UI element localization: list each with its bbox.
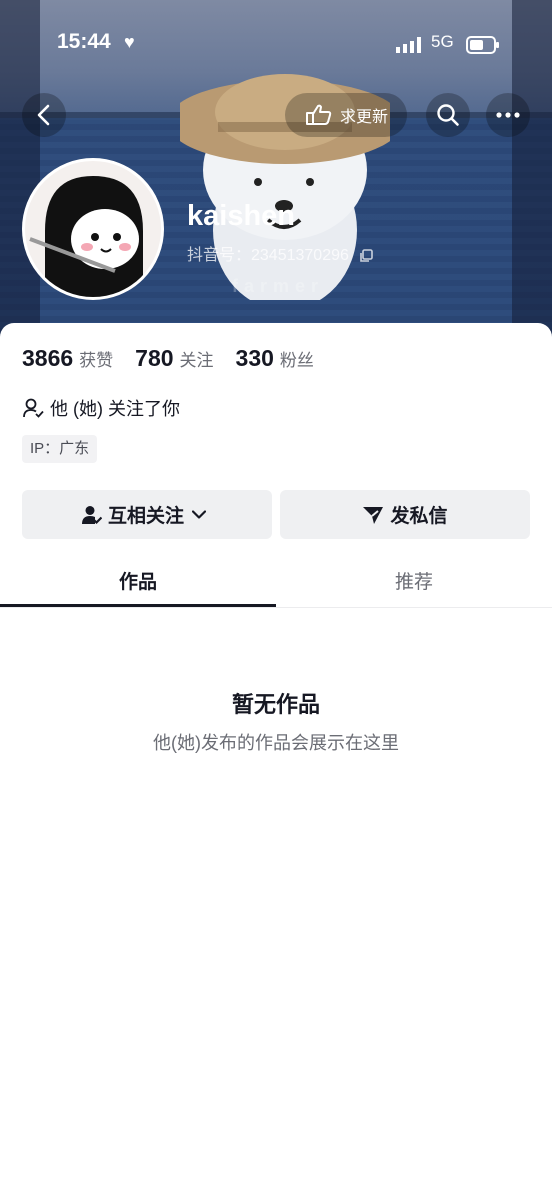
stat-value: 780 <box>135 345 174 371</box>
stat-value: 3866 <box>22 345 74 371</box>
send-icon <box>363 506 384 524</box>
banner-watermark: farmer <box>232 276 325 296</box>
follows-you-indicator: 他 (她) 关注了你 <box>22 395 180 421</box>
chevron-down-icon <box>192 510 206 519</box>
send-message-label: 发私信 <box>390 506 448 527</box>
stat-likes[interactable]: 3866 获赞 <box>22 345 113 372</box>
send-message-button[interactable]: 发私信 <box>280 490 530 539</box>
request-update-label: 求更新 <box>339 109 388 126</box>
chevron-left-icon <box>37 104 50 126</box>
status-bar: 15:44 ♥ 5G <box>0 30 552 60</box>
stat-value: 330 <box>235 345 274 371</box>
request-update-button[interactable]: 求更新 <box>285 93 407 137</box>
tab-works[interactable]: 作品 <box>0 553 276 607</box>
back-button[interactable] <box>22 93 66 137</box>
mutual-follow-button[interactable]: 互相关注 <box>22 490 272 539</box>
more-options-button[interactable] <box>486 93 530 137</box>
mutual-follow-label: 互相关注 <box>107 506 184 527</box>
stats-row: 3866 获赞 780 关注 330 粉丝 <box>22 345 336 372</box>
avatar-image <box>25 161 161 297</box>
stat-label: 获赞 <box>79 351 114 370</box>
empty-state-subtitle: 他(她)发布的作品会展示在这里 <box>153 733 399 753</box>
empty-state-title: 暂无作品 <box>231 692 320 717</box>
user-check-filled-icon <box>81 505 102 524</box>
stat-followers[interactable]: 330 粉丝 <box>236 345 314 372</box>
stat-label: 关注 <box>179 351 214 370</box>
username: kaishen <box>187 200 295 232</box>
content-tabs: 作品 推荐 <box>0 553 552 608</box>
battery-icon <box>466 36 499 54</box>
ip-location-tag: IP：广东 <box>22 435 98 463</box>
network-type: 5G <box>431 32 454 51</box>
follows-you-text: 他 (她) 关注了你 <box>50 399 180 419</box>
avatar[interactable] <box>22 158 164 300</box>
douyin-id-text: 抖音号：23451370296 <box>187 247 349 264</box>
copy-icon[interactable] <box>359 248 374 263</box>
profile-card: 3866 获赞 780 关注 330 粉丝 他 (她) 关注了你 IP：广东 互… <box>0 323 552 1200</box>
signal-icon <box>396 37 421 53</box>
search-button[interactable] <box>426 93 470 137</box>
more-dots-icon <box>496 112 520 118</box>
stat-following[interactable]: 780 关注 <box>135 345 213 372</box>
active-tab-indicator <box>0 604 276 607</box>
search-icon <box>437 104 459 126</box>
douyin-id: 抖音号：23451370296 <box>187 241 374 265</box>
heart-icon: ♥ <box>124 32 135 52</box>
status-time: 15:44 <box>57 30 111 53</box>
stat-label: 粉丝 <box>279 351 314 370</box>
user-check-icon <box>23 398 44 418</box>
tab-recommended[interactable]: 推荐 <box>276 553 552 607</box>
pointing-hand-icon <box>305 104 332 125</box>
